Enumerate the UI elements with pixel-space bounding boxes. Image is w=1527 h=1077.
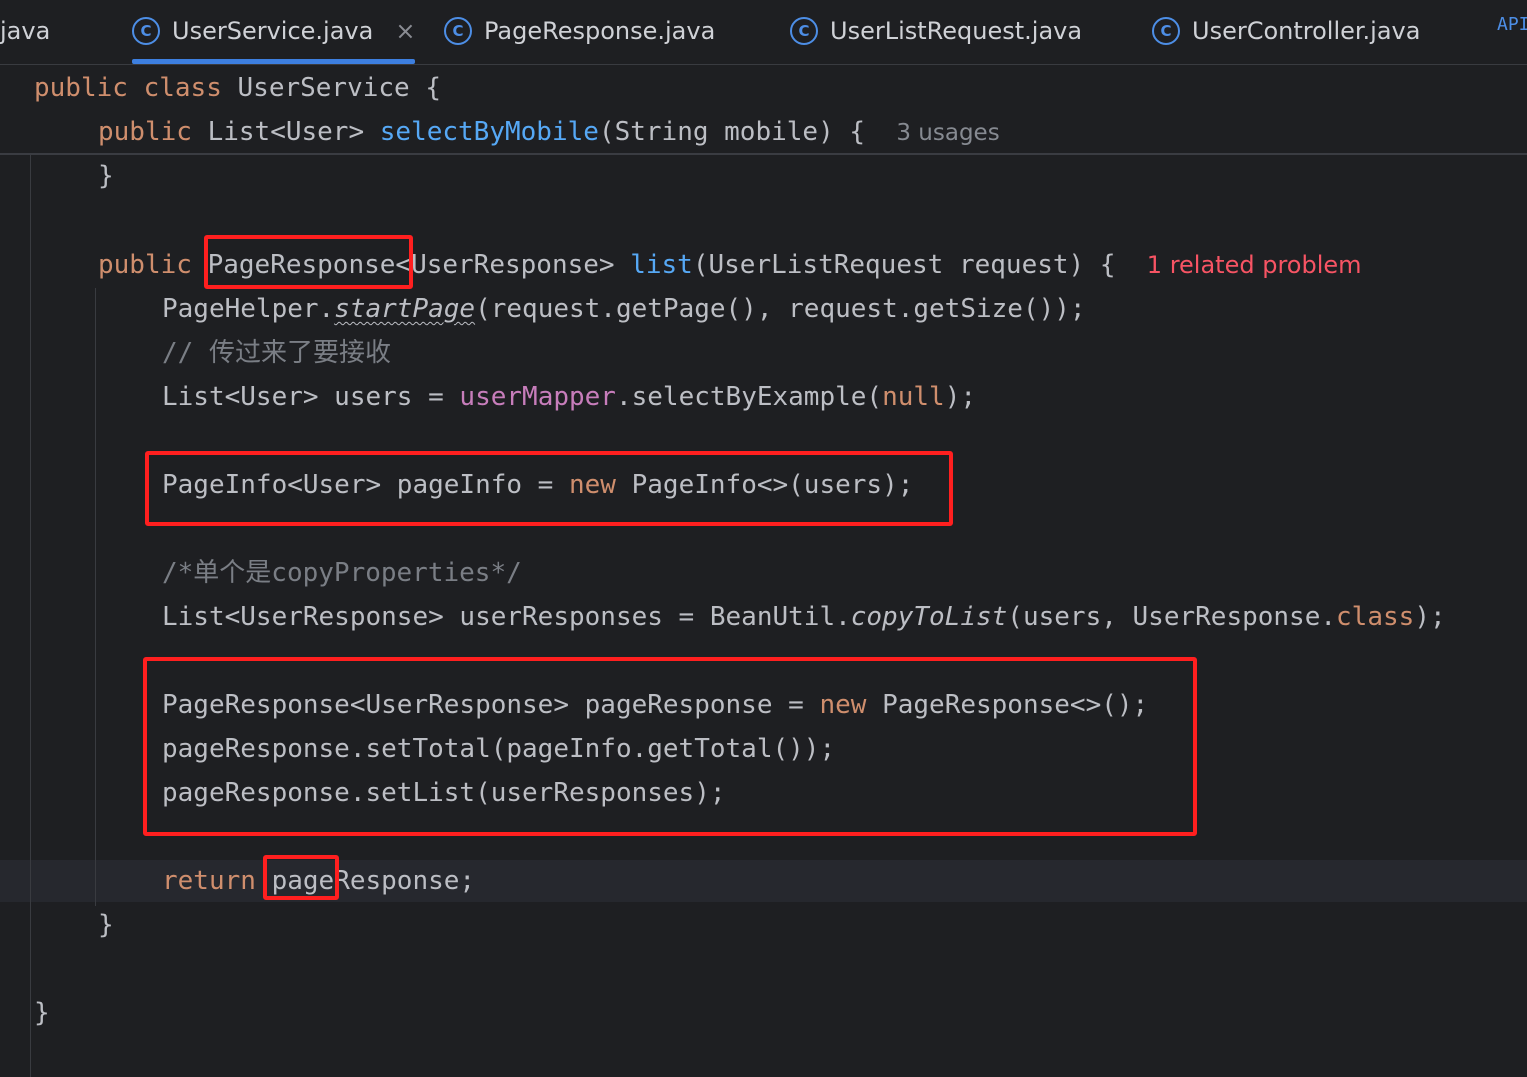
tab-label: java: [0, 17, 51, 45]
annotation-box-pageinfo: [145, 451, 953, 526]
class-icon: C: [790, 17, 818, 45]
code-line-users: List<User> users = userMapper.selectByEx…: [162, 382, 977, 412]
code-line-close-brace: }: [98, 161, 114, 191]
class-icon: C: [132, 17, 160, 45]
code-line-class-close: }: [34, 998, 50, 1028]
indent-guide: [95, 288, 96, 906]
tab-userlistrequest[interactable]: C UserListRequest.java: [790, 0, 1082, 62]
tab-pageresponse[interactable]: C PageResponse.java: [444, 0, 715, 62]
close-icon[interactable]: ×: [395, 17, 415, 45]
editor-window: java C UserService.java × C PageResponse…: [0, 0, 1527, 1077]
code-line-method-close: }: [98, 910, 114, 940]
tab-java-partial[interactable]: java: [0, 0, 50, 62]
tab-label: PageResponse.java: [484, 17, 716, 45]
code-line-pagehelper: PageHelper.startPage(request.getPage(), …: [162, 294, 1086, 324]
tab-label: UserController.java: [1192, 17, 1421, 45]
tab-usercontroller[interactable]: C UserController.java: [1152, 0, 1420, 62]
indent-guide: [30, 155, 31, 1077]
code-line-copytolist: List<UserResponse> userResponses = BeanU…: [162, 602, 1446, 632]
usages-hint[interactable]: 3 usages: [896, 120, 999, 146]
annotation-box-pageresponse-type: [204, 235, 413, 289]
code-line-class-decl: public class UserService {: [34, 73, 442, 103]
annotation-box-return-var: [263, 855, 339, 900]
tab-label: UserListRequest.java: [830, 17, 1083, 45]
tab-userservice[interactable]: C UserService.java ×: [132, 0, 416, 64]
code-line-block-comment: /*单个是copyProperties*/: [162, 558, 522, 588]
code-line-comment: // 传过来了要接收: [162, 338, 391, 368]
class-icon: C: [444, 17, 472, 45]
editor-tab-bar: java C UserService.java × C PageResponse…: [0, 0, 1527, 65]
class-icon: C: [1152, 17, 1180, 45]
tab-api-partial[interactable]: API: [1497, 14, 1527, 35]
code-line-selectbymobile: public List<User> selectByMobile(String …: [98, 117, 1000, 147]
annotation-box-pageresponse-build: [143, 657, 1197, 836]
tab-label: UserService.java: [172, 17, 374, 45]
related-problem-hint[interactable]: 1 related problem: [1147, 251, 1362, 279]
